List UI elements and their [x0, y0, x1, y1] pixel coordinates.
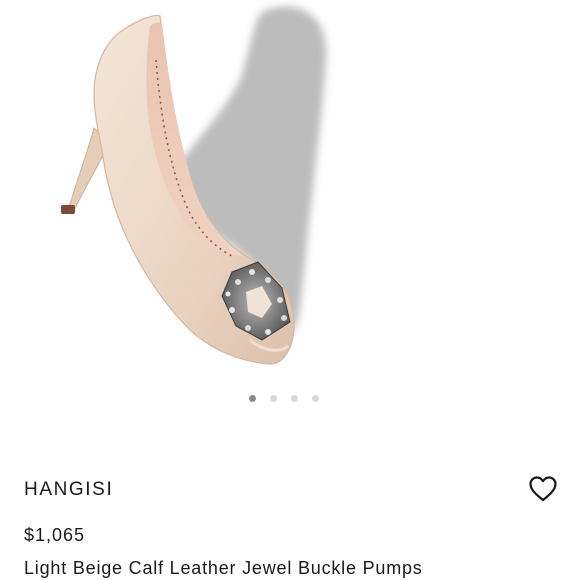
product-price: $1,065 [24, 525, 86, 545]
product-brand: HANGISI [24, 479, 114, 500]
product-page: HANGISI $1,065 Light Beige Calf Leather … [0, 0, 580, 580]
heel-tip [61, 205, 75, 214]
carousel-dot-2[interactable] [270, 395, 277, 402]
product-image[interactable] [0, 0, 580, 380]
carousel-dots [0, 395, 574, 402]
product-name: Light Beige Calf Leather Jewel Buckle Pu… [24, 558, 423, 578]
carousel-dot-3[interactable] [291, 395, 298, 402]
wishlist-button[interactable] [527, 475, 559, 505]
carousel-dot-4[interactable] [312, 395, 319, 402]
heart-outline-icon [529, 475, 557, 501]
carousel-dot-1[interactable] [249, 395, 256, 402]
